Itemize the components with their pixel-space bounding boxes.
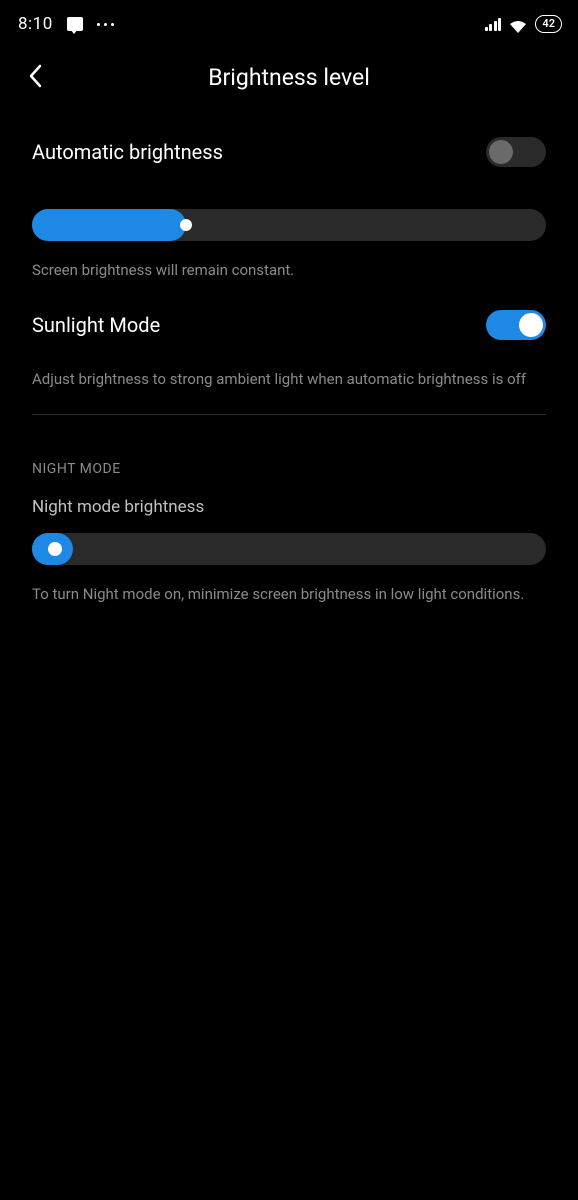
brightness-slider-container: [32, 209, 546, 241]
night-mode-slider-container: [32, 533, 546, 565]
battery-indicator: 42: [535, 15, 562, 32]
status-bar: 8:10 42: [0, 0, 578, 40]
more-notifications-icon: [97, 23, 114, 26]
page-title: Brightness level: [24, 64, 554, 91]
automatic-brightness-label: Automatic brightness: [32, 140, 223, 164]
status-time: 8:10: [18, 14, 53, 34]
automatic-brightness-toggle[interactable]: [486, 137, 546, 167]
night-mode-description: To turn Night mode on, minimize screen b…: [32, 583, 546, 606]
night-mode-section-header: NIGHT MODE: [32, 461, 546, 477]
night-mode-brightness-label: Night mode brightness: [32, 497, 546, 517]
wifi-icon: [509, 18, 527, 31]
automatic-brightness-row: Automatic brightness: [32, 109, 546, 181]
status-bar-left: 8:10: [18, 14, 114, 34]
night-mode-brightness-slider[interactable]: [32, 533, 546, 565]
page-header: Brightness level: [0, 40, 578, 109]
sunlight-mode-toggle[interactable]: [486, 310, 546, 340]
brightness-slider[interactable]: [32, 209, 546, 241]
brightness-description: Screen brightness will remain constant.: [32, 259, 546, 282]
section-divider: [32, 414, 546, 415]
sunlight-mode-label: Sunlight Mode: [32, 313, 160, 337]
status-bar-right: 42: [485, 15, 562, 32]
back-button[interactable]: [28, 64, 42, 92]
signal-icon: [485, 18, 502, 31]
sunlight-mode-row: Sunlight Mode: [32, 296, 546, 354]
sunlight-mode-description: Adjust brightness to strong ambient ligh…: [32, 368, 546, 391]
chat-notification-icon: [67, 17, 83, 31]
